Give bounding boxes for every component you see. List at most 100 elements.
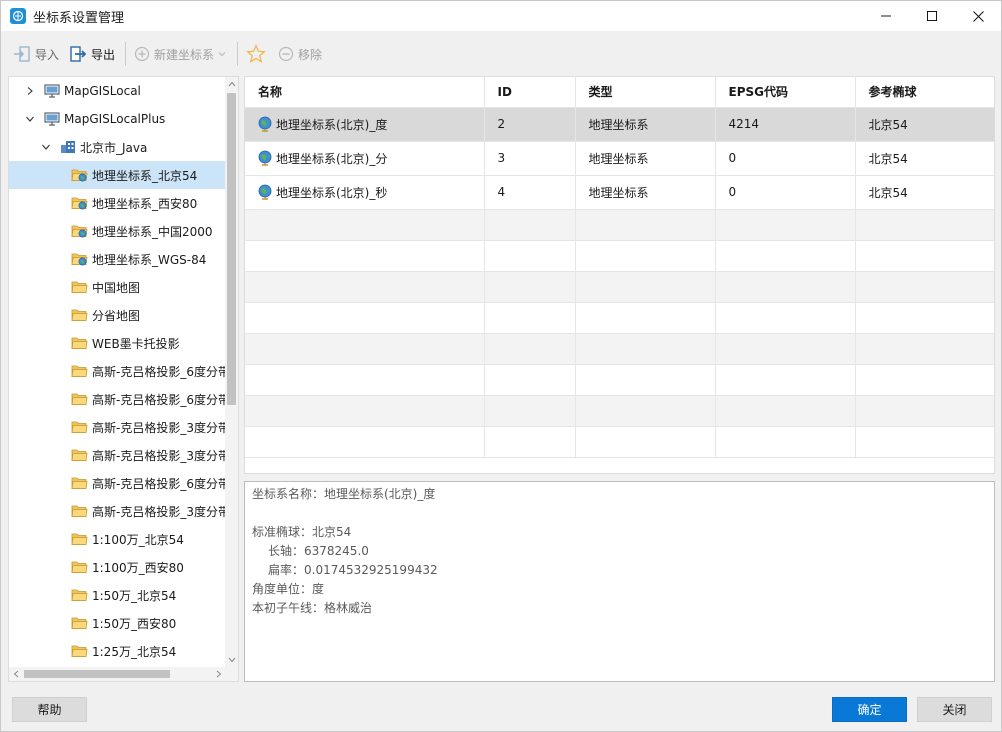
toolbar: 导入 导出 新建坐标系 移除 — [1, 39, 1001, 69]
tree-item[interactable]: 1:25万_北京54 — [9, 637, 226, 665]
empty-cell — [484, 395, 576, 427]
column-header-type[interactable]: 类型 — [575, 77, 716, 108]
minimize-button[interactable] — [863, 1, 909, 31]
export-icon — [70, 46, 87, 62]
tree-item[interactable]: 1:100万_北京54 — [9, 525, 226, 553]
folder-icon — [71, 532, 88, 547]
folder-icon — [71, 420, 88, 435]
tree-horizontal-scrollbar[interactable] — [9, 667, 226, 681]
tree-item[interactable]: 分省地图 — [9, 301, 226, 329]
scroll-down-icon[interactable] — [225, 653, 238, 667]
tree-item[interactable]: 1:50万_北京54 — [9, 581, 226, 609]
tree-item-label: 分省地图 — [92, 308, 141, 323]
hscroll-thumb[interactable] — [24, 670, 170, 678]
column-header-id[interactable]: ID — [484, 77, 576, 108]
tree-item[interactable]: 高斯-克吕格投影_3度分带 — [9, 441, 226, 469]
coordinate-system-tree: MapGISLocal MapGISLocalPlus 北京市_Java 地理坐标系_… — [8, 76, 239, 682]
cell-name: 地理坐标系(北京)_分 — [245, 141, 485, 176]
tree-item[interactable]: 地理坐标系_WGS-84 — [9, 245, 226, 273]
folder-icon — [71, 588, 88, 603]
globe-icon — [258, 116, 272, 132]
empty-cell — [575, 240, 716, 272]
chevron-down-icon[interactable] — [39, 140, 53, 154]
tree-item[interactable]: 高斯-克吕格投影_6度分带 — [9, 469, 226, 497]
empty-cell — [245, 271, 485, 303]
tree-item[interactable]: 高斯-克吕格投影_3度分带 — [9, 497, 226, 525]
tree-item[interactable]: 高斯-克吕格投影_3度分带 — [9, 413, 226, 441]
tree-item[interactable]: 1:50万_西安80 — [9, 609, 226, 637]
tree-item[interactable]: MapGISLocalPlus — [9, 105, 226, 133]
tree-item[interactable]: 高斯-克吕格投影_6度分带 — [9, 385, 226, 413]
cell-ellipsoid: 北京54 — [855, 141, 994, 176]
empty-cell — [484, 271, 576, 303]
cell-id: 2 — [484, 107, 576, 142]
building-icon — [59, 140, 76, 155]
import-label: 导入 — [35, 47, 60, 62]
chevron-down-icon — [218, 52, 226, 57]
empty-cell — [855, 426, 994, 458]
tree-item[interactable]: 中国地图 — [9, 273, 226, 301]
empty-cell — [855, 209, 994, 241]
tree-item[interactable]: 地理坐标系_北京54 — [9, 161, 226, 189]
table-row[interactable]: 地理坐标系(北京)_度 2 地理坐标系 4214 北京54 — [245, 107, 994, 142]
empty-cell — [245, 209, 485, 241]
empty-cell — [245, 240, 485, 272]
tree-item[interactable]: 高斯-克吕格投影_6度分带 — [9, 357, 226, 385]
chevron-down-icon[interactable] — [23, 112, 37, 126]
tree-item[interactable]: 地理坐标系_西安80 — [9, 189, 226, 217]
remove-button[interactable]: 移除 — [274, 41, 326, 67]
tree-vertical-scrollbar[interactable] — [225, 77, 238, 667]
tree-item[interactable]: MapGISLocal — [9, 77, 226, 105]
column-header-name[interactable]: 名称 — [245, 77, 485, 108]
export-button[interactable]: 导出 — [65, 41, 119, 67]
empty-cell — [715, 364, 856, 396]
tree-item[interactable]: 北京市_Java — [9, 133, 226, 161]
close-window-button[interactable] — [955, 1, 1001, 31]
tree-item-label: 1:100万_西安80 — [92, 560, 184, 575]
empty-row — [245, 333, 994, 365]
column-header-ellipsoid[interactable]: 参考椭球 — [855, 77, 994, 108]
table-row[interactable]: 地理坐标系(北京)_秒 4 地理坐标系 0 北京54 — [245, 175, 994, 210]
tree-item[interactable]: 1:100万_西安80 — [9, 553, 226, 581]
tree-item-label: 高斯-克吕格投影_6度分带 — [92, 476, 226, 491]
ok-button[interactable]: 确定 — [832, 697, 907, 722]
new-cs-button[interactable]: 新建坐标系 — [130, 41, 231, 67]
info-ellipsoid: 标准椭球：北京54 — [252, 525, 352, 539]
favorite-button[interactable] — [242, 41, 270, 67]
scroll-right-icon[interactable] — [212, 667, 226, 681]
empty-cell — [715, 395, 856, 427]
toolbar-separator — [237, 42, 239, 66]
table-row[interactable]: 地理坐标系(北京)_分 3 地理坐标系 0 北京54 — [245, 141, 994, 176]
empty-cell — [715, 333, 856, 365]
cell-name: 地理坐标系(北京)_秒 — [245, 175, 485, 210]
info-blank — [252, 504, 987, 523]
empty-row — [245, 395, 994, 427]
folder-icon — [71, 364, 88, 379]
empty-cell — [575, 209, 716, 241]
column-header-epsg[interactable]: EPSG代码 — [715, 77, 856, 108]
folder-icon — [71, 616, 88, 631]
cell-id: 4 — [484, 175, 576, 210]
chevron-right-icon[interactable] — [23, 84, 37, 98]
scroll-up-icon[interactable] — [225, 77, 238, 91]
empty-row — [245, 209, 994, 241]
help-button[interactable]: 帮助 — [12, 697, 87, 722]
globe-icon — [258, 150, 272, 166]
scroll-thumb[interactable] — [227, 93, 236, 405]
close-button[interactable]: 关闭 — [917, 697, 992, 722]
empty-row — [245, 364, 994, 396]
tree-item[interactable]: WEB墨卡托投影 — [9, 329, 226, 357]
folder-icon — [71, 644, 88, 659]
empty-cell — [245, 395, 485, 427]
computer-icon — [43, 112, 60, 127]
import-button[interactable]: 导入 — [9, 41, 63, 67]
scroll-left-icon[interactable] — [9, 667, 23, 681]
maximize-button[interactable] — [909, 1, 955, 31]
tree-item[interactable]: 地理坐标系_中国2000 — [9, 217, 226, 245]
